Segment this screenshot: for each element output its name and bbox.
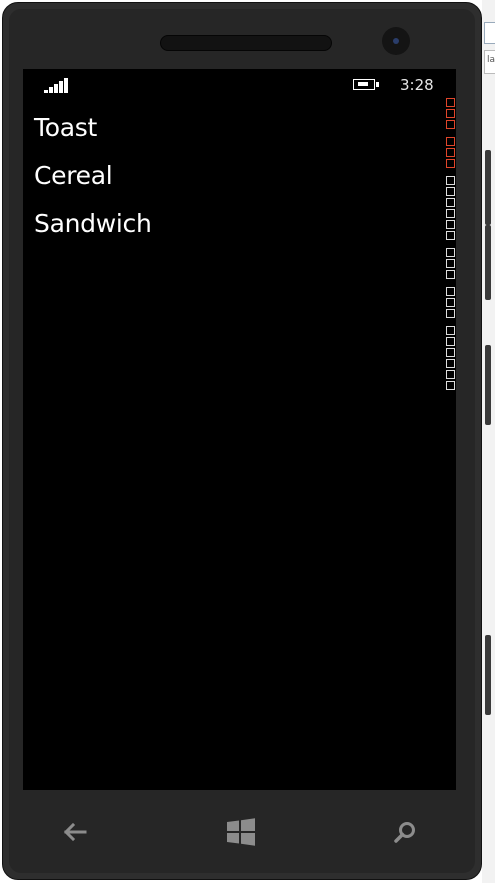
windows-start-icon — [227, 818, 255, 846]
search-icon — [394, 822, 415, 843]
battery-charging-icon — [353, 78, 381, 91]
camera-button[interactable] — [485, 635, 491, 715]
power-button[interactable] — [485, 345, 491, 425]
list-item[interactable]: Toast — [34, 113, 152, 161]
host-tab-2[interactable]: la — [484, 50, 495, 74]
hardware-nav-bar — [23, 790, 456, 870]
signal-bars-icon — [44, 77, 74, 93]
phone-screen: 3:28 Toast Cereal Sandwich — [23, 69, 456, 790]
food-list: Toast Cereal Sandwich — [34, 113, 152, 257]
back-button[interactable] — [51, 812, 99, 852]
frame-rate-counter — [444, 98, 456, 392]
start-button[interactable] — [217, 812, 265, 852]
host-tab[interactable] — [484, 22, 495, 44]
list-item[interactable]: Sandwich — [34, 209, 152, 257]
list-item[interactable]: Cereal — [34, 161, 152, 209]
front-camera — [382, 27, 410, 55]
back-arrow-icon — [63, 822, 87, 842]
volume-down-button[interactable] — [485, 225, 491, 300]
host-tab-label: la — [487, 55, 495, 65]
volume-up-button[interactable] — [485, 150, 491, 225]
status-bar: 3:28 — [23, 69, 456, 101]
search-button[interactable] — [381, 812, 429, 852]
host-window-edge: la — [482, 0, 495, 883]
status-time: 3:28 — [400, 76, 434, 94]
earpiece-speaker — [160, 35, 332, 51]
